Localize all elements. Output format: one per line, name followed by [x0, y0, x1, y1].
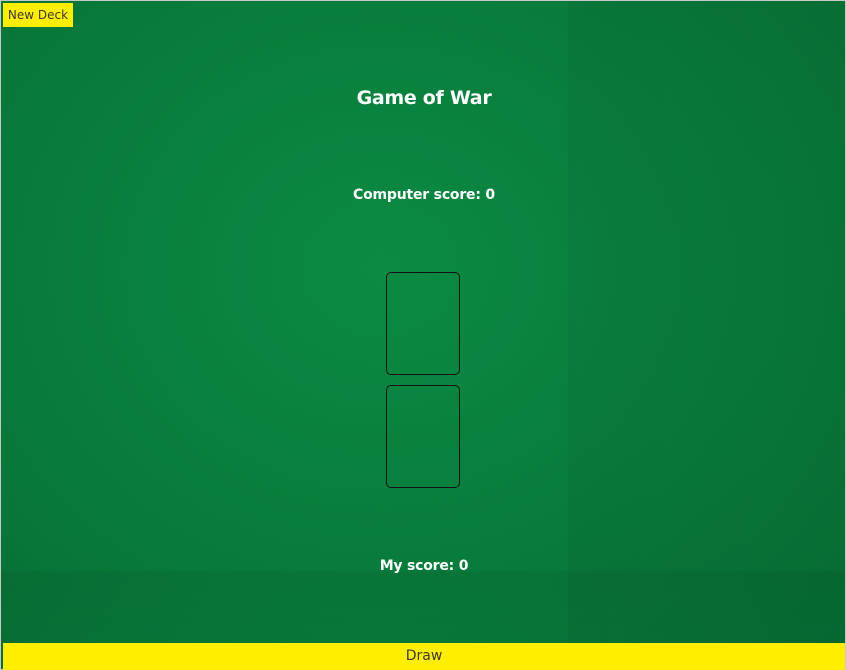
computer-score: Computer score: 0 [353, 187, 495, 203]
player-card-slot [386, 385, 460, 488]
computer-card-slot [386, 272, 460, 375]
draw-button[interactable]: Draw [3, 643, 845, 670]
new-deck-button[interactable]: New Deck [3, 3, 73, 27]
game-title: Game of War [356, 87, 492, 109]
my-score: My score: 0 [379, 558, 469, 574]
game-table: New Deck Game of War Computer score: 0 M… [0, 0, 846, 670]
